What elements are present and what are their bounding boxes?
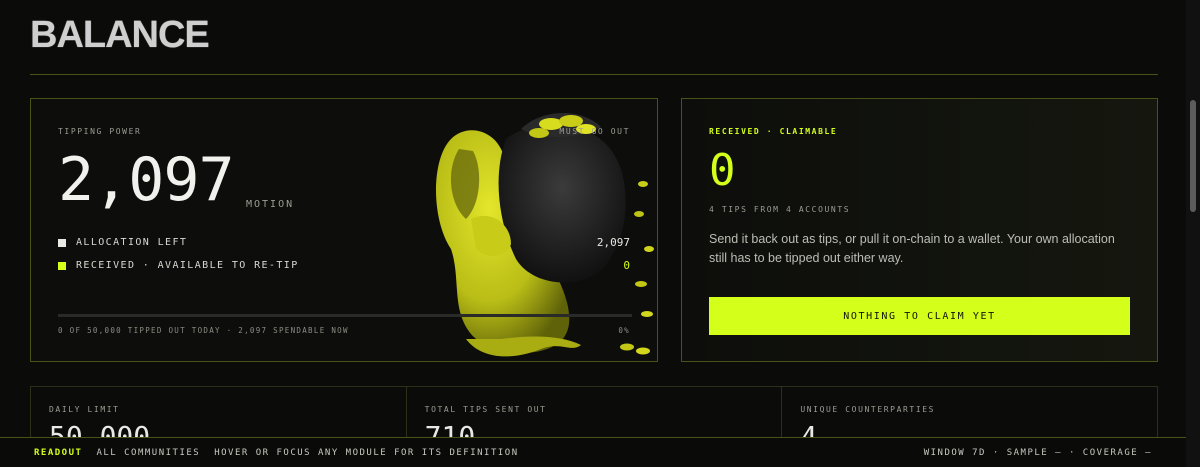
readout-tag: READOUT (34, 447, 83, 458)
stat-label: DAILY LIMIT (49, 405, 120, 414)
tips-source-summary: 4 TIPS FROM 4 ACCOUNTS (709, 205, 851, 214)
received-swatch (58, 261, 66, 270)
allocation-swatch (58, 238, 66, 247)
claimable-label: RECEIVED · CLAIMABLE (709, 127, 838, 136)
tipping-power-unit: MOTION (246, 199, 295, 210)
received-value: 0 (623, 259, 630, 272)
readout-window: WINDOW 7D · SAMPLE — · COVERAGE — (923, 447, 1152, 458)
scrollbar-thumb[interactable] (1190, 100, 1196, 212)
tipping-power-panel[interactable]: TIPPING POWER MUST GO OUT 2,097 MOTION A… (30, 98, 658, 362)
tipped-out-percent: 0% (618, 326, 630, 335)
claimable-amount: 0 (709, 145, 736, 196)
title-divider (30, 74, 1158, 75)
tipped-out-summary: 0 OF 50,000 TIPPED OUT TODAY · 2,097 SPE… (58, 326, 349, 335)
claim-button[interactable]: NOTHING TO CLAIM YET (709, 297, 1130, 335)
readout-scope[interactable]: ALL COMMUNITIES (96, 448, 200, 458)
legend-received: RECEIVED · AVAILABLE TO RE-TIP (58, 260, 299, 271)
allocation-left-value: 2,097 (596, 236, 630, 249)
readout-hint: HOVER OR FOCUS ANY MODULE FOR ITS DEFINI… (214, 447, 519, 458)
stat-label: TOTAL TIPS SENT OUT (424, 405, 547, 414)
claimable-panel[interactable]: RECEIVED · CLAIMABLE 0 4 TIPS FROM 4 ACC… (681, 98, 1158, 362)
page-title: BALANCE (30, 14, 210, 56)
tipping-power-amount: 2,097 (58, 145, 235, 215)
legend-label: ALLOCATION LEFT (76, 237, 188, 248)
tipping-progress-bar (58, 314, 632, 317)
claim-description: Send it back out as tips, or pull it on-… (709, 232, 1115, 265)
legend-label: RECEIVED · AVAILABLE TO RE-TIP (76, 260, 299, 271)
page-scrollbar[interactable] (1186, 0, 1200, 467)
tipping-power-label: TIPPING POWER (58, 127, 142, 136)
stat-label: UNIQUE COUNTERPARTIES (800, 405, 936, 414)
readout-bar: READOUT ALL COMMUNITIES HOVER OR FOCUS A… (0, 437, 1186, 467)
must-go-out-label: MUST GO OUT (559, 127, 630, 136)
legend-allocation-left: ALLOCATION LEFT (58, 237, 187, 248)
